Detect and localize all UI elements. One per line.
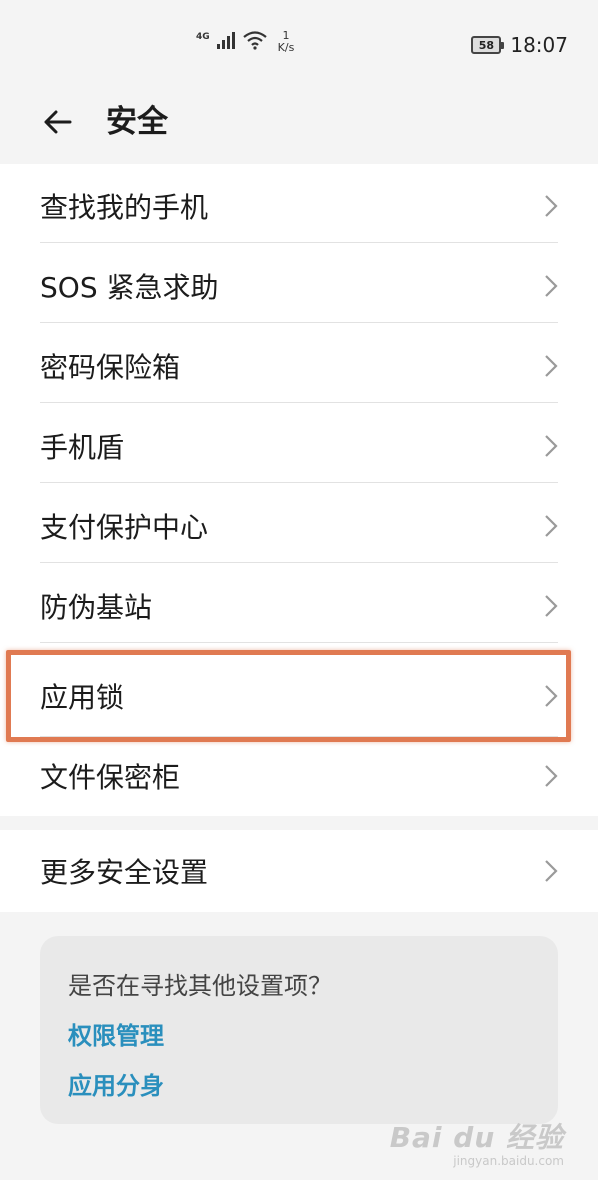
- chevron-right-icon: [545, 860, 558, 882]
- speed-unit: K/s: [277, 41, 295, 54]
- chevron-right-icon: [545, 195, 558, 217]
- divider: [40, 642, 558, 643]
- suggestion-title: 是否在寻找其他设置项？: [68, 972, 332, 1000]
- chevron-right-icon: [545, 765, 558, 787]
- divider: [40, 402, 558, 403]
- menu-item-file-safe[interactable]: 文件保密柜: [0, 736, 598, 816]
- more-settings-card: 更多安全设置: [0, 830, 598, 912]
- chevron-right-icon: [545, 275, 558, 297]
- page-title: 安全: [106, 104, 168, 140]
- menu-item-more-security[interactable]: 更多安全设置: [0, 831, 598, 911]
- link-permission-management[interactable]: 权限管理: [68, 1016, 164, 1051]
- menu-item-label: 密码保险箱: [40, 351, 181, 384]
- clock: 18:07: [510, 33, 568, 57]
- status-indicators: 4G 1 K/s: [196, 30, 294, 58]
- status-bar: 4G 1 K/s 58 18:07: [0, 0, 598, 80]
- security-menu-card: 查找我的手机 SOS 紧急求助 密码保险箱 手机盾 支付保护中心 防伪基站 应用…: [0, 164, 598, 816]
- menu-item-label: 更多安全设置: [40, 856, 209, 889]
- menu-item-label: 查找我的手机: [40, 191, 209, 224]
- network-speed: 1 K/s: [278, 30, 295, 54]
- chevron-right-icon: [545, 435, 558, 457]
- signal-icon: [216, 32, 235, 49]
- status-right: 58 18:07: [471, 33, 568, 57]
- menu-item-app-lock[interactable]: 应用锁: [0, 656, 598, 736]
- link-app-twin[interactable]: 应用分身: [68, 1066, 164, 1101]
- chevron-right-icon: [545, 515, 558, 537]
- menu-item-label: 应用锁: [40, 681, 125, 714]
- menu-item-label: 文件保密柜: [40, 761, 181, 794]
- divider: [40, 562, 558, 563]
- menu-item-phone-shield[interactable]: 手机盾: [0, 406, 598, 486]
- divider: [40, 482, 558, 483]
- menu-item-payment-protection[interactable]: 支付保护中心: [0, 486, 598, 566]
- battery-icon: 58: [471, 36, 505, 54]
- page-header: 安全: [0, 82, 598, 162]
- battery-level: 58: [471, 36, 502, 54]
- menu-item-label: 支付保护中心: [40, 511, 209, 544]
- chevron-right-icon: [545, 595, 558, 617]
- menu-item-label: 手机盾: [40, 431, 125, 464]
- back-arrow-icon[interactable]: [40, 104, 76, 140]
- menu-item-sos[interactable]: SOS 紧急求助: [0, 246, 598, 326]
- suggestion-panel: 是否在寻找其他设置项？ 权限管理 应用分身: [40, 936, 558, 1124]
- chevron-right-icon: [545, 355, 558, 377]
- divider: [40, 242, 558, 243]
- menu-item-find-my-phone[interactable]: 查找我的手机: [0, 166, 598, 246]
- watermark-url: jingyan.baidu.com: [453, 1154, 564, 1168]
- menu-item-password-vault[interactable]: 密码保险箱: [0, 326, 598, 406]
- watermark-logo: Bai du 经验: [389, 1121, 564, 1154]
- menu-item-fake-base-station[interactable]: 防伪基站: [0, 566, 598, 646]
- menu-item-label: SOS 紧急求助: [40, 271, 219, 304]
- chevron-right-icon: [545, 685, 558, 707]
- wifi-icon: [242, 31, 267, 50]
- menu-item-label: 防伪基站: [40, 591, 153, 624]
- network-type: 4G: [196, 32, 210, 42]
- divider: [40, 322, 558, 323]
- watermark: Bai du 经验 jingyan.baidu.com: [390, 1116, 564, 1168]
